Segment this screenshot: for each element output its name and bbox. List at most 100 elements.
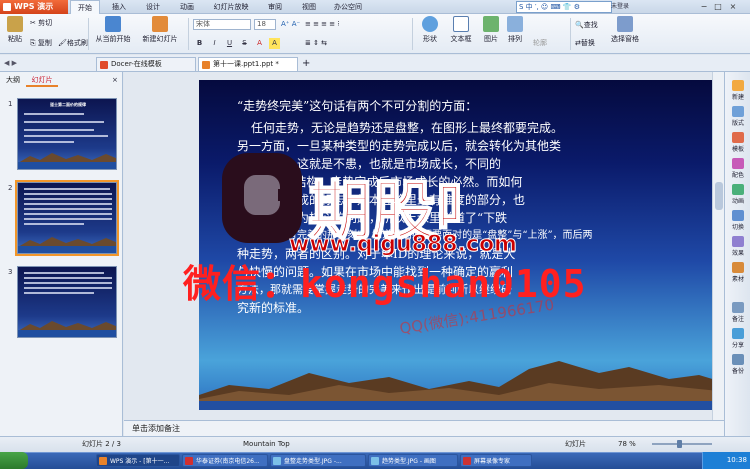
start-button[interactable]: [0, 452, 28, 469]
thumbnail-text-line: [24, 282, 112, 284]
arrange-icon: [507, 16, 523, 32]
sidebar-color-scheme-label: 配色: [731, 172, 744, 179]
view-label[interactable]: 幻灯片: [565, 437, 586, 452]
slide-thumbnail-3[interactable]: [17, 266, 117, 338]
new-slide-button[interactable]: 新建幻灯片: [138, 16, 182, 52]
tab-nav-icons[interactable]: ◀ ▶: [4, 58, 17, 69]
arrange-button[interactable]: 排列: [503, 16, 527, 52]
textbox-button[interactable]: 文本框: [446, 16, 476, 52]
tab-current-document[interactable]: 第十一课.ppt1.ppt *: [198, 57, 298, 71]
thumbnail-text-line: [24, 129, 94, 131]
tab-slides[interactable]: 幻灯片: [26, 74, 58, 87]
font-size-select[interactable]: 18: [254, 19, 276, 30]
underline-button[interactable]: U: [224, 38, 235, 49]
sidebar-material[interactable]: 素材: [726, 260, 750, 286]
scrollbar-thumb[interactable]: [715, 182, 723, 210]
zoom-slider-handle[interactable]: [677, 440, 682, 448]
slide-thumbnail-1[interactable]: 道士第二面价的规律: [17, 98, 117, 170]
taskbar-item-paint-1[interactable]: 盘整走势类型.JPG -...: [270, 454, 366, 467]
sidebar-effects[interactable]: 效果: [726, 234, 750, 260]
copy-button[interactable]: ⎘ 复制: [30, 38, 52, 49]
tab-outline[interactable]: 大纲: [2, 74, 24, 87]
wps-window: WPS 演示 开始 插入 设计 动画 幻灯片放映 审阅 视图 办公空间 S 中 …: [0, 0, 750, 469]
vertical-scrollbar[interactable]: [712, 72, 724, 420]
grow-font-icon[interactable]: A⁺ A⁻: [281, 19, 300, 30]
ime-toolbar[interactable]: S 中 ′, ☺ ⌨ 👕 ⚙: [516, 1, 612, 13]
menu-tab-review[interactable]: 审阅: [260, 0, 290, 14]
format-painter-button[interactable]: 🖌格式刷: [58, 38, 88, 49]
menu-tab-design[interactable]: 设计: [138, 0, 168, 14]
ribbon-separator: [570, 18, 571, 50]
zoom-level[interactable]: 78 %: [618, 437, 636, 452]
notes-placeholder[interactable]: 单击添加备注: [124, 420, 724, 436]
play-from-current-button[interactable]: 从当前开始: [92, 16, 134, 52]
cut-button[interactable]: ✂ 剪切: [30, 18, 52, 29]
sidebar-material-label: 素材: [731, 276, 744, 283]
thumbnail-text-line: [24, 121, 104, 123]
menu-tab-slideshow[interactable]: 幻灯片放映: [206, 0, 256, 14]
new-icon: [732, 80, 744, 91]
menu-tab-insert[interactable]: 插入: [104, 0, 134, 14]
sidebar-animation[interactable]: 动画: [726, 182, 750, 208]
copy-label: 复制: [37, 39, 52, 47]
picture-label: 图片: [484, 35, 498, 43]
slide-text-line[interactable]: “走势终完美”这句话有两个不可分割的方面：: [237, 96, 477, 116]
thumbnail-title: 道士第二面价的规律: [50, 102, 86, 107]
picture-button[interactable]: 图片: [480, 16, 502, 52]
outline-button[interactable]: 轮廓: [533, 38, 547, 49]
close-button[interactable]: ×: [727, 1, 739, 12]
font-color-button[interactable]: A: [254, 38, 265, 49]
format-painter-label: 格式刷: [66, 39, 88, 47]
paragraph-align-icons[interactable]: ≡ ≡ ≡ ≡ ⁝: [305, 19, 340, 30]
login-status[interactable]: 未登录: [611, 0, 641, 14]
menu-tab-view[interactable]: 视图: [294, 0, 324, 14]
ribbon-separator: [188, 18, 189, 50]
zoom-slider[interactable]: [652, 443, 712, 445]
sidebar-share[interactable]: 分享: [726, 326, 750, 352]
italic-button[interactable]: I: [209, 38, 220, 49]
font-name-select[interactable]: 宋体: [193, 19, 251, 30]
shapes-button[interactable]: 形状: [418, 16, 442, 52]
new-tab-button[interactable]: +: [302, 58, 310, 69]
highlight-button[interactable]: A: [269, 38, 280, 49]
panel-close-icon[interactable]: ×: [112, 75, 118, 86]
find-button[interactable]: 🔍查找: [575, 20, 598, 31]
maximize-button[interactable]: □: [712, 1, 724, 12]
selection-pane-icon: [617, 16, 633, 32]
menu-tab-animation[interactable]: 动画: [172, 0, 202, 14]
strikethrough-button[interactable]: S: [239, 38, 250, 49]
sidebar-template[interactable]: 模板: [726, 130, 750, 156]
replace-button[interactable]: ⇄替换: [575, 38, 595, 49]
menu-tab-home[interactable]: 开始: [70, 0, 100, 14]
sidebar-template-label: 模板: [731, 146, 744, 153]
taskbar-item-securities[interactable]: 华泰证券(南京电信26...: [182, 454, 268, 467]
selection-pane-button[interactable]: 选择窗格: [609, 16, 641, 52]
tab-docer-templates[interactable]: Docer-在线模板: [96, 57, 196, 71]
sidebar-transition[interactable]: 切换: [726, 208, 750, 234]
thumbnail-text-line: [24, 208, 112, 210]
taskbar-item-recorder[interactable]: 屏幕录像专家: [460, 454, 532, 467]
sidebar-notes[interactable]: 备注: [726, 300, 750, 326]
taskbar-item-wps[interactable]: WPS 演示 - [第十一...: [96, 454, 180, 467]
bold-button[interactable]: B: [194, 38, 205, 49]
taskbar-item-paint-2[interactable]: 趋势类型.JPG - 画图: [368, 454, 458, 467]
paint-taskbar-icon: [371, 457, 379, 465]
sidebar-backup[interactable]: 备份: [726, 352, 750, 378]
slide-text-line[interactable]: 任何走势，无论是趋势还是盘整，在图形上最终都要完成。: [251, 118, 563, 138]
new-slide-icon: [152, 16, 168, 32]
menu-tab-office-space[interactable]: 办公空间: [328, 0, 368, 14]
backup-icon: [732, 354, 744, 365]
paste-button[interactable]: 粘贴: [4, 16, 26, 52]
sidebar-layout[interactable]: 版式: [726, 104, 750, 130]
minimize-button[interactable]: −: [698, 1, 710, 12]
thumbnail-text-line: [24, 198, 112, 200]
slide-thumbnail-2[interactable]: [15, 180, 119, 256]
sidebar-new[interactable]: 新建: [726, 78, 750, 104]
sidebar-color-scheme[interactable]: 配色: [726, 156, 750, 182]
recorder-taskbar-icon: [463, 457, 471, 465]
thumbnail-text-line: [24, 203, 112, 205]
new-slide-label: 新建幻灯片: [142, 35, 178, 43]
system-tray-clock[interactable]: 10:38: [702, 452, 750, 469]
line-spacing-icons[interactable]: ≣ ⇕ ⇆: [305, 38, 327, 49]
app-menu-button[interactable]: WPS 演示: [0, 0, 68, 14]
